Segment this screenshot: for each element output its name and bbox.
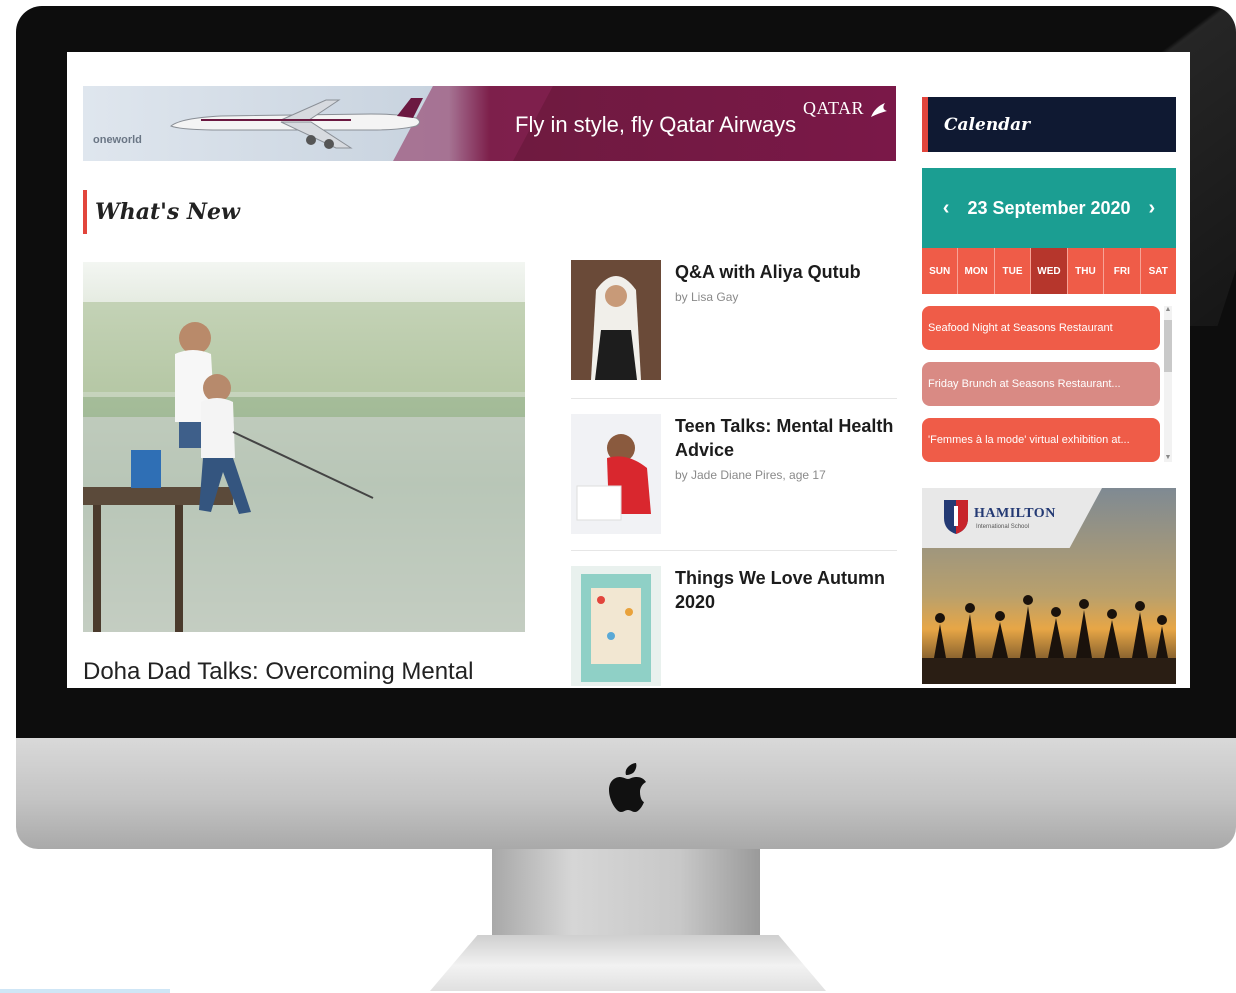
weekday-tab-sun[interactable]: SUN xyxy=(922,248,959,294)
feature-article-title[interactable]: Doha Dad Talks: Overcoming Mental xyxy=(83,658,473,686)
article-thumbnail xyxy=(571,414,661,534)
article-title: Teen Talks: Mental Health Advice xyxy=(675,416,894,460)
scroll-down-icon[interactable]: ▼ xyxy=(1164,454,1172,462)
article-divider xyxy=(571,398,897,399)
hamilton-school-subtitle: International School xyxy=(976,524,1030,530)
shield-icon xyxy=(944,500,968,534)
qatar-airways-logo: QATAR xyxy=(803,98,889,119)
qatar-logo-text: QATAR xyxy=(803,98,865,118)
article-item-1[interactable]: Q&A with Aliya Qutub by Lisa Gay xyxy=(571,260,897,390)
hamilton-school-name: HAMILTON xyxy=(974,506,1056,521)
aliya-qutub-photo xyxy=(571,260,661,380)
scroll-up-icon[interactable]: ▲ xyxy=(1164,306,1172,314)
article-byline: by Lisa Gay xyxy=(675,290,739,304)
airplane-icon xyxy=(170,98,423,149)
monitor-stand-foot xyxy=(430,935,826,991)
weekday-tab-wed[interactable]: WED xyxy=(1031,248,1068,294)
calendar-prev-button[interactable]: ‹ xyxy=(943,197,950,220)
article-thumbnail xyxy=(571,260,661,380)
hamilton-school-ad[interactable]: HAMILTON International School xyxy=(922,488,1176,684)
ad-slogan: Fly in style, fly Qatar Airways xyxy=(515,112,797,137)
bottom-strip xyxy=(0,989,170,993)
article-title: Q&A with Aliya Qutub xyxy=(675,262,861,282)
autumn-book-photo xyxy=(571,566,661,686)
weekday-tab-mon[interactable]: MON xyxy=(958,248,995,294)
article-item-3[interactable]: Things We Love Autumn 2020 xyxy=(571,566,897,688)
calendar-current-date: 23 September 2020 xyxy=(967,197,1131,218)
events-scrollbar[interactable]: ▲ ▼ xyxy=(1164,306,1172,462)
article-thumbnail xyxy=(571,566,661,686)
browser-screen: oneworld Fly in style, fly Qatar Airways… xyxy=(67,52,1190,688)
weekday-tab-thu[interactable]: THU xyxy=(1067,248,1105,294)
event-item[interactable]: Friday Brunch at Seasons Restaurant... xyxy=(922,362,1160,406)
section-title: What's New xyxy=(95,199,240,225)
jumping-people-silhouettes xyxy=(922,595,1176,684)
apple-logo-icon xyxy=(609,763,646,812)
article-item-2[interactable]: Teen Talks: Mental Health Advice by Jade… xyxy=(571,414,897,544)
weekday-tab-tue[interactable]: TUE xyxy=(994,248,1032,294)
oneworld-logo: oneworld xyxy=(93,134,142,146)
weekday-tab-sat[interactable]: SAT xyxy=(1140,248,1176,294)
calendar-header: Calendar xyxy=(922,97,1176,152)
event-item[interactable]: 'Femmes à la mode' virtual exhibition at… xyxy=(922,418,1160,462)
scrollbar-thumb[interactable] xyxy=(1164,320,1172,372)
article-byline: by Jade Diane Pires, age 17 xyxy=(675,468,826,482)
calendar-events-list: Seafood Night at Seasons Restaurant Frid… xyxy=(922,306,1176,466)
article-title: Things We Love Autumn 2020 xyxy=(675,568,885,612)
calendar-title: Calendar xyxy=(944,114,1031,135)
oryx-icon xyxy=(871,102,888,117)
article-divider xyxy=(571,550,897,551)
calendar-date-nav: ‹ 23 September 2020 › xyxy=(922,168,1176,248)
calendar-next-button[interactable]: › xyxy=(1149,197,1156,220)
monitor-stand-neck xyxy=(492,849,760,939)
calendar-weekday-tabs: SUN MON TUE WED THU FRI SAT xyxy=(922,248,1176,294)
teen-writing-photo xyxy=(571,414,661,534)
section-heading: What's New xyxy=(83,190,240,234)
father-son-fishing-photo xyxy=(83,262,525,632)
qatar-airways-ad-banner[interactable]: oneworld Fly in style, fly Qatar Airways… xyxy=(83,86,896,161)
feature-article-image[interactable] xyxy=(83,262,525,632)
weekday-tab-fri[interactable]: FRI xyxy=(1104,248,1141,294)
event-item[interactable]: Seafood Night at Seasons Restaurant xyxy=(922,306,1160,350)
